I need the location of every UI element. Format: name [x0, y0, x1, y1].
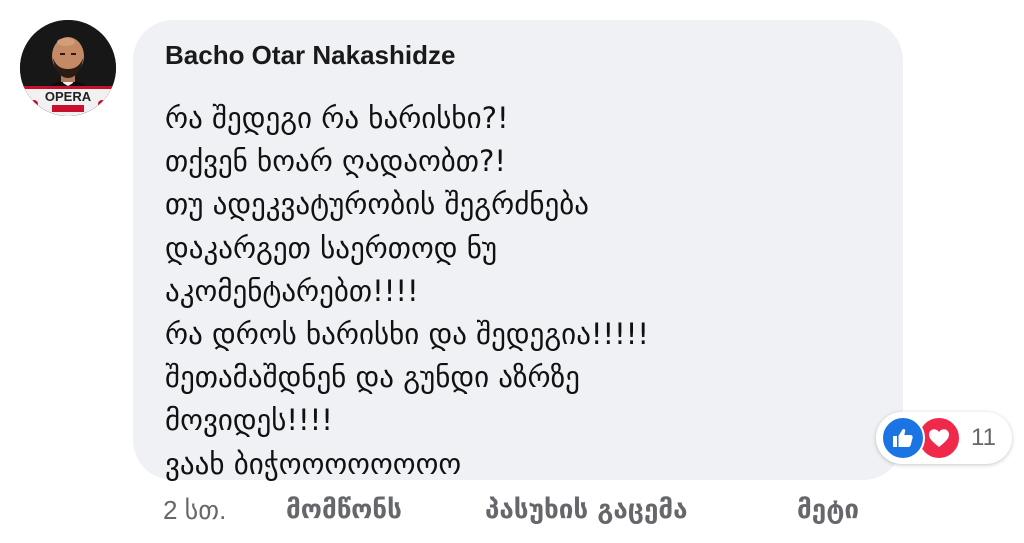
reply-button[interactable]: პასუხის გაცემა	[485, 490, 688, 530]
comment-line: რა შედეგი რა ხარისხი?!	[165, 101, 509, 135]
more-button[interactable]: მეტი	[797, 490, 859, 530]
reactions-summary[interactable]: 11	[876, 412, 1012, 464]
comment-line: რა დროს ხარისხი და შედეგია!!!!!	[165, 317, 650, 352]
comment-actions: 2 სთ. მომწონს პასუხის გაცემა მეტი	[163, 490, 923, 530]
comment-root: OPERA Bacho Otar Nakashidze რა შედეგი რა…	[0, 0, 1024, 543]
avatar-logo-text: OPERA	[45, 89, 92, 104]
comment-line: თქვენ ხოარ ღადაობთ?!	[165, 144, 507, 179]
author-name[interactable]: Bacho Otar Nakashidze	[165, 38, 873, 78]
avatar[interactable]: OPERA	[20, 20, 116, 116]
like-button[interactable]: მომწონს	[286, 490, 402, 530]
comment-bubble: Bacho Otar Nakashidze რა შედეგი რა ხარის…	[133, 20, 903, 481]
comment-line: აკომენტარებთ!!!!	[165, 273, 419, 308]
comment-line: შეთამაშდნენ და გუნდი აზრზე	[165, 360, 580, 395]
comment-timestamp[interactable]: 2 სთ.	[163, 490, 226, 530]
comment-text: რა შედეგი რა ხარისხი?! თქვენ ხოარ ღადაობ…	[165, 97, 873, 486]
comment-line: თუ ადეკვატურობის შეგრძნება	[165, 187, 589, 222]
reaction-count: 11	[971, 424, 996, 451]
comment-line: ვაახ ბიჭოოოოოოოო	[165, 446, 462, 481]
comment-line: მოვიდეს!!!!	[165, 403, 333, 438]
like-icon	[881, 416, 925, 460]
avatar-photo: OPERA	[20, 20, 116, 116]
comment-line: დაკარგეთ საერთოდ ნუ	[165, 230, 498, 265]
